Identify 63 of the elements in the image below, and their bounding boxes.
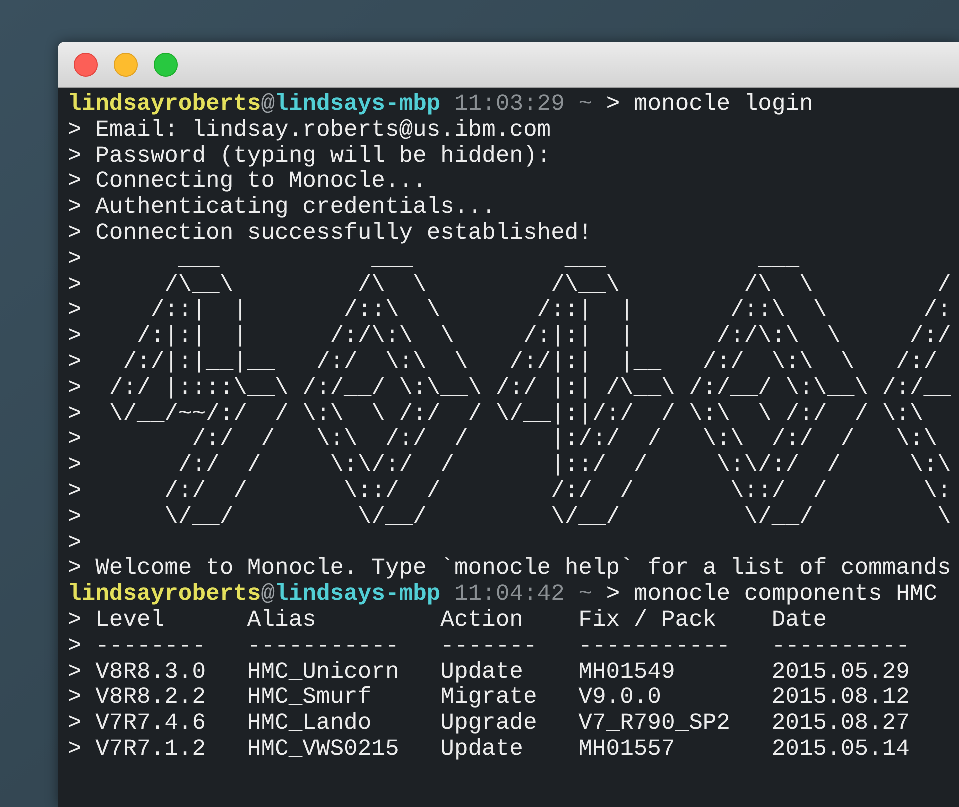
output-line: > xyxy=(68,530,82,556)
prompt-at: @ xyxy=(261,582,276,608)
table-cell-text: HMC_Lando xyxy=(247,711,373,737)
prompt-path: ~ xyxy=(578,92,593,118)
table-rule: ------- xyxy=(440,634,538,660)
table-cell-text: MH01549 xyxy=(578,660,676,686)
table-cell-text: 2015.05.29 xyxy=(772,660,911,686)
table-cell-text: 2015.08.12 xyxy=(772,685,911,712)
table-cell-text: HMC_Smurf xyxy=(247,685,373,712)
ascii-art-line: > /:/ / \:\/:/ / |::/ / \:\/:/ / \:\ xyxy=(68,453,952,479)
table-cell-text: V7_R790_SP2 xyxy=(578,711,732,737)
table-header: Alias xyxy=(247,608,318,634)
prompt-host: lindsays-mbp xyxy=(275,582,441,608)
window-close-button[interactable] xyxy=(74,52,98,76)
table-cell-text: V9.0.0 xyxy=(578,685,662,712)
table-header: Action xyxy=(440,608,524,634)
table-rule: ---------- xyxy=(772,634,911,660)
ascii-art-line: > \/__/ \/__/ \/__/ \/__/ \ xyxy=(68,504,952,531)
output-line: > Welcome to Monocle. Type `monocle help` for a list of commands xyxy=(68,556,952,582)
output-line: > Connection successfully established! xyxy=(68,220,592,247)
table-cell-text: > V8R8.3.0 xyxy=(68,660,208,686)
ascii-art-line: > /:/ / \:\ /:/ / |:/:/ / \:\ /:/ / \:\ xyxy=(68,427,938,454)
prompt-time: 11:04:42 xyxy=(454,582,565,608)
command-text: > monocle login xyxy=(606,92,814,118)
ascii-art-line: > ___ ___ ___ ___ xyxy=(68,246,800,273)
table-header: Date xyxy=(772,608,828,634)
table-cell-text: 2015.08.27 xyxy=(772,711,911,737)
window-minimize-button[interactable] xyxy=(114,52,138,76)
table-cell-text: > V8R8.2.2 xyxy=(68,685,208,712)
table-header: Fix / Pack xyxy=(578,608,718,634)
table-cell-text: Migrate xyxy=(440,685,538,712)
table-cell-text: > V7R7.1.2 xyxy=(68,736,208,763)
prompt-user: lindsayroberts xyxy=(68,582,262,608)
window-zoom-button[interactable] xyxy=(154,52,178,76)
ascii-art-line: > /\__\ /\ \ /\__\ /\ \ / xyxy=(68,272,952,298)
table-cell-text: HMC_VWS0215 xyxy=(247,736,400,763)
table-cell-text: Update xyxy=(440,660,524,686)
ascii-art-line: > \/__/~~/:/ / \:\ \ /:/ / \/__|:|/:/ / \:\ \ /:/ / \:\ xyxy=(68,402,924,428)
table-rule: ----------- xyxy=(578,634,732,660)
output-line: > Authenticating credentials... xyxy=(68,195,496,221)
table-cell-text: HMC_Unicorn xyxy=(247,660,400,686)
prompt-at: @ xyxy=(261,92,276,118)
table-header: > Level xyxy=(68,608,166,634)
table-cell-text: 2015.05.14 xyxy=(772,736,911,763)
table-rule: > -------- xyxy=(68,634,208,660)
ascii-art-line: > /::| | /::\ \ /::| | /::\ \ /: xyxy=(68,298,952,324)
ascii-art-line: > /:|:| | /:/\:\ \ /:|:| | /:/\:\ \ /:/ xyxy=(68,324,952,350)
output-line: > Password (typing will be hidden): xyxy=(68,144,552,170)
output-line: > Email: lindsay.roberts@us.ibm.com xyxy=(68,118,552,144)
prompt-time: 11:03:29 xyxy=(454,92,565,118)
table-cell-text: > V7R7.4.6 xyxy=(68,711,208,737)
table-cell-text: Update xyxy=(440,736,524,763)
table-cell-text: MH01557 xyxy=(578,736,676,763)
prompt-host: lindsays-mbp xyxy=(275,92,441,118)
ascii-art-line: > /:/ / \::/ / /:/ / \::/ / \: xyxy=(68,478,952,505)
ascii-art-line: > /:/ |::::\__\ /:/__/ \:\__\ /:/ |:| /\__\ /:/__/ \:\__\ /:/__ xyxy=(68,376,952,402)
ascii-art-line: > /:/|:|__|__ /:/ \:\ \ /:/|:| |__ /:/ \:\ \ /:/ xyxy=(68,350,938,376)
table-cell-text: Upgrade xyxy=(440,711,538,737)
command-text: > monocle components HMC xyxy=(606,582,938,608)
prompt-user: lindsayroberts xyxy=(68,92,262,118)
output-line: > Connecting to Monocle... xyxy=(68,169,427,196)
prompt-path: ~ xyxy=(578,582,593,608)
table-rule: ----------- xyxy=(247,634,400,660)
